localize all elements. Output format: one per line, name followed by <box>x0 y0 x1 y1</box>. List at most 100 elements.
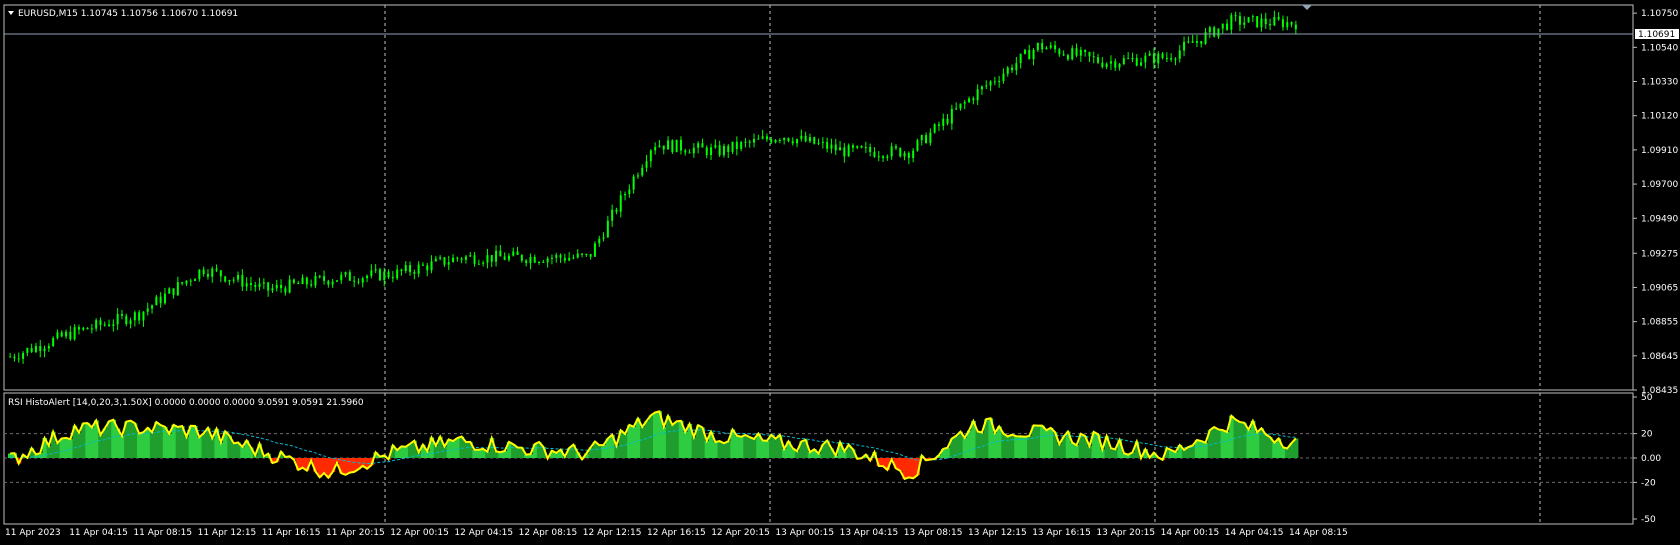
candle-body <box>258 283 261 288</box>
candle-body <box>968 98 971 103</box>
panel-dropdown-icon[interactable] <box>8 11 14 15</box>
candle-body <box>271 288 274 291</box>
candle-body <box>95 320 98 329</box>
histo-bar <box>717 441 723 458</box>
candle-body <box>90 328 93 330</box>
candle-body <box>1011 67 1014 71</box>
histo-bar <box>691 437 697 458</box>
candle-body <box>331 281 334 285</box>
histo-bar <box>158 425 164 458</box>
candle-body <box>602 237 605 239</box>
candle-body <box>280 284 283 289</box>
histo-bar <box>442 446 447 458</box>
candle-body <box>972 98 975 101</box>
histo-bar <box>1263 434 1269 458</box>
time-axis: 11 Apr 2023 11 Apr 04:15 11 Apr 08:15 11 Ap… <box>5 528 1348 538</box>
candle-body <box>735 141 738 149</box>
candle-body <box>103 324 106 326</box>
candle-body <box>1002 73 1005 81</box>
candle-body <box>297 282 300 285</box>
candle-body <box>275 284 278 289</box>
candle-body <box>1148 53 1151 56</box>
candle-body <box>529 256 532 264</box>
candle-body <box>929 132 932 144</box>
candle-body <box>391 277 394 279</box>
time-label: 12 Apr 00:15 <box>390 528 449 538</box>
candle-body <box>120 314 123 316</box>
chart-area[interactable]: 1.10750 1.10540 1.10330 1.10120 1.09910 1.097… <box>0 0 1680 545</box>
rsi-tick-label: 20 <box>1641 430 1653 440</box>
candle-body <box>323 276 326 281</box>
histo-bar <box>218 442 224 458</box>
candle-body <box>598 238 601 244</box>
candle-body <box>963 102 966 104</box>
candle-body <box>1243 22 1246 25</box>
histo-bar <box>1259 428 1264 458</box>
candle-body <box>1273 16 1276 26</box>
histo-bar <box>137 433 142 458</box>
candle-body <box>1264 18 1267 25</box>
candle-body <box>1195 41 1198 43</box>
candle-body <box>787 137 790 142</box>
histo-bar <box>880 458 886 467</box>
histo-bar <box>760 440 766 458</box>
price-tick-label: 1.08645 <box>1641 352 1678 362</box>
candle-body <box>482 262 485 264</box>
price-tick-label: 1.10120 <box>1641 112 1678 122</box>
candle-body <box>714 145 717 148</box>
time-label: 12 Apr 08:15 <box>519 528 578 538</box>
scroll-marker-icon[interactable] <box>1302 5 1312 10</box>
candle-body <box>452 257 455 263</box>
candle-body <box>1049 45 1052 48</box>
time-label: 11 Apr 12:15 <box>198 528 257 538</box>
candle-body <box>129 320 132 324</box>
candle-body <box>585 253 588 255</box>
time-label: 11 Apr 08:15 <box>133 528 192 538</box>
candle-body <box>1170 58 1173 60</box>
candle-body <box>284 288 287 293</box>
histo-bar <box>597 445 602 458</box>
candle-body <box>989 81 992 86</box>
candle-body <box>512 251 515 256</box>
candle-body <box>860 146 863 148</box>
candle-body <box>520 254 523 261</box>
candle-body <box>430 261 433 271</box>
histo-bar <box>622 433 628 458</box>
candle-body <box>1006 67 1009 74</box>
candle-body <box>1079 50 1082 56</box>
histo-bar <box>640 426 645 458</box>
candle-body <box>361 278 364 283</box>
candle-body <box>125 315 128 324</box>
time-label: 13 Apr 08:15 <box>904 528 963 538</box>
histo-bar <box>149 432 155 458</box>
candle-body <box>697 143 700 148</box>
candle-body <box>146 308 149 312</box>
histo-bar <box>1001 433 1006 458</box>
candle-body <box>632 176 635 190</box>
candle-body <box>753 138 756 143</box>
candle-body <box>387 271 390 278</box>
candle-body <box>894 146 897 149</box>
candle-body <box>1105 63 1108 68</box>
histo-bar <box>141 432 146 458</box>
histo-bar <box>1113 449 1118 458</box>
rsi-tick-label: -20 <box>1641 478 1656 488</box>
candle-body <box>649 150 652 162</box>
price-tick-label: 1.08855 <box>1641 318 1678 328</box>
candle-body <box>52 338 55 346</box>
candle-body <box>1247 17 1250 23</box>
candle-body <box>856 146 859 148</box>
candle-body <box>1260 18 1263 28</box>
candle-body <box>791 141 794 144</box>
main-panel-frame <box>3 4 1634 391</box>
candle-body <box>26 348 29 353</box>
candle-body <box>774 140 777 143</box>
candle-body <box>421 264 424 266</box>
candle-body <box>684 150 687 153</box>
candle-body <box>22 352 25 359</box>
candle-body <box>744 141 747 143</box>
histo-bar <box>1057 444 1062 458</box>
candle-body <box>985 85 988 87</box>
candle-body <box>198 269 201 280</box>
histo-bar <box>1181 449 1187 458</box>
